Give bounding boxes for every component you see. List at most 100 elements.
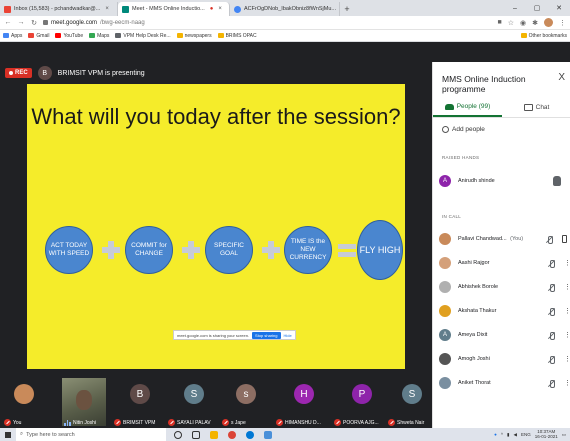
bookmark-gmail[interactable]: Gmail [28, 33, 49, 39]
mic-off-icon [547, 307, 556, 316]
minimize-icon[interactable]: – [504, 0, 526, 16]
clock[interactable]: 10:37AM 16-01-2021 [534, 429, 558, 440]
mic-active-icon [64, 419, 71, 426]
record-dot-icon [9, 71, 13, 75]
profile-avatar[interactable] [544, 18, 553, 27]
date: 16-01-2021 [534, 433, 558, 439]
more-options-icon[interactable]: ⋮ [564, 259, 570, 267]
participant-tile[interactable]: P POORVA AJG... [334, 378, 388, 428]
back-icon[interactable]: ← [4, 19, 12, 26]
folder-icon [176, 33, 183, 38]
more-options-icon[interactable]: ⋮ [564, 307, 570, 315]
mic-off-icon [547, 259, 556, 268]
list-item[interactable]: Amogh Joshi ⋮ [439, 348, 570, 370]
tab-gmail[interactable]: Inbox (15,583) - pchandwadkar@... × [0, 2, 118, 16]
more-options-icon[interactable]: ⋮ [564, 379, 570, 387]
language-indicator[interactable]: ENG [521, 432, 531, 437]
toolbar-icons: ■ ☆ ◉ ✱ ⋮ [498, 18, 566, 27]
stop-sharing-button[interactable]: Stop sharing [252, 331, 281, 339]
edge-icon[interactable] [246, 430, 254, 439]
close-window-icon[interactable]: ✕ [548, 0, 570, 16]
participant-name-label: You [13, 419, 22, 426]
participant-tile[interactable]: Nitin Joshi [62, 378, 110, 428]
cortana-icon[interactable] [174, 430, 182, 439]
bookmark-brims-opac[interactable]: BRIMS OPAC [217, 33, 257, 39]
list-item[interactable]: Abhishek Borole ⋮ [439, 276, 570, 298]
mic-off-icon [334, 419, 341, 426]
more-options-icon[interactable]: ⋮ [564, 355, 570, 363]
task-view-icon[interactable] [192, 430, 200, 439]
tab-meet[interactable]: Meet - MMS Online Inductio... ● × [118, 2, 230, 16]
chrome-icon[interactable] [228, 430, 236, 439]
more-options-icon[interactable]: ⋮ [564, 283, 570, 291]
close-panel-button[interactable]: X [558, 72, 565, 83]
start-button[interactable] [0, 428, 16, 441]
people-icon[interactable]: ● [494, 432, 497, 437]
taskbar-search-input[interactable]: ⌕ Type here to search [16, 428, 166, 441]
extension-icon[interactable]: ◉ [520, 19, 526, 27]
hide-button[interactable]: Hide [284, 333, 292, 338]
chevron-up-icon[interactable]: ^ [501, 432, 503, 437]
mic-off-icon [388, 419, 395, 426]
folder-icon [520, 33, 527, 38]
avatar [439, 281, 451, 293]
recording-badge: REC [5, 68, 32, 78]
plus-icon [262, 241, 280, 259]
maximize-icon[interactable]: ▢ [526, 0, 548, 16]
list-item[interactable]: Aashi Rajgor ⋮ [439, 252, 570, 274]
bookmark-newspapers[interactable]: newspapers [176, 33, 212, 39]
participant-tile[interactable]: S Shweta Nair [388, 378, 432, 428]
tab-chat[interactable]: Chat [502, 98, 570, 117]
close-icon[interactable]: × [218, 6, 222, 12]
list-item[interactable]: A Anirudh shinde [439, 170, 567, 192]
network-icon[interactable]: ▮ [507, 432, 509, 438]
add-people-button[interactable]: Add people [442, 126, 485, 133]
bookmark-youtube[interactable]: YouTube [55, 33, 83, 39]
list-item[interactable]: A Ameya Dixit ⋮ [439, 324, 570, 346]
rec-label: REC [15, 70, 28, 76]
bookmark-label: Other bookmarks [528, 32, 567, 39]
participant-tile[interactable]: S SAYALI PALAV [168, 378, 220, 428]
new-tab-button[interactable]: + [340, 2, 354, 16]
file-explorer-icon[interactable] [210, 430, 218, 439]
list-item[interactable]: Pallavi Chandwad... (You) [439, 228, 567, 250]
tab-label: People (99) [456, 103, 491, 110]
close-icon[interactable]: × [105, 6, 109, 12]
panel-tabs: People (99) Chat [433, 98, 570, 118]
notifications-icon[interactable]: ▭ [562, 432, 566, 438]
participant-name-label: POORVA AJG... [343, 419, 379, 426]
slide-flow: ACT TODAY WITH SPEED COMMIT for CHANGE S… [27, 220, 405, 304]
camera-icon[interactable]: ■ [498, 19, 502, 26]
participant-tile[interactable]: B BRIMSIT VPM [114, 378, 166, 428]
avatar: A [439, 175, 451, 187]
tab-people[interactable]: People (99) [433, 98, 502, 117]
tab-label: ACFrOgDNob_IbakObniz8fWnSjMu... [244, 6, 337, 12]
raised-hand-icon[interactable] [553, 176, 561, 186]
volume-icon[interactable]: ◀ [513, 432, 516, 438]
participant-name-label: s Jape [231, 419, 246, 426]
windows-logo-icon [5, 431, 11, 438]
participant-tile[interactable]: H HIMANSHU D... [276, 378, 332, 428]
url-field[interactable]: meet.google.com/bwg-eecm-naag [43, 20, 493, 26]
star-icon[interactable]: ☆ [508, 19, 514, 27]
participant-tile[interactable]: You [4, 378, 56, 428]
bookmark-vpm[interactable]: VPM Help Desk Re... [115, 33, 171, 39]
browser-tab-bar: Inbox (15,583) - pchandwadkar@... × Meet… [0, 0, 570, 16]
bookmark-maps[interactable]: Maps [89, 33, 109, 39]
bookmark-label: Maps [97, 32, 110, 39]
tab-pdf[interactable]: ACFrOgDNob_IbakObniz8fWnSjMu... × [230, 2, 340, 16]
list-item[interactable]: Akshata Thakur ⋮ [439, 300, 570, 322]
search-icon: ⌕ [20, 431, 24, 437]
other-bookmarks[interactable]: Other bookmarks [520, 32, 567, 39]
menu-icon[interactable]: ⋮ [559, 19, 566, 27]
participant-tile[interactable]: s s Jape [222, 378, 270, 428]
pin-icon[interactable] [562, 235, 567, 243]
app-icon[interactable] [264, 430, 272, 439]
reload-icon[interactable]: ↻ [30, 19, 38, 27]
bookmark-apps[interactable]: Apps [3, 33, 22, 39]
list-item[interactable]: Aniket Thorat ⋮ [439, 372, 570, 394]
puzzle-icon[interactable]: ✱ [532, 19, 538, 27]
forward-icon[interactable]: → [17, 19, 25, 26]
more-options-icon[interactable]: ⋮ [564, 331, 570, 339]
apps-grid-icon [3, 33, 9, 38]
